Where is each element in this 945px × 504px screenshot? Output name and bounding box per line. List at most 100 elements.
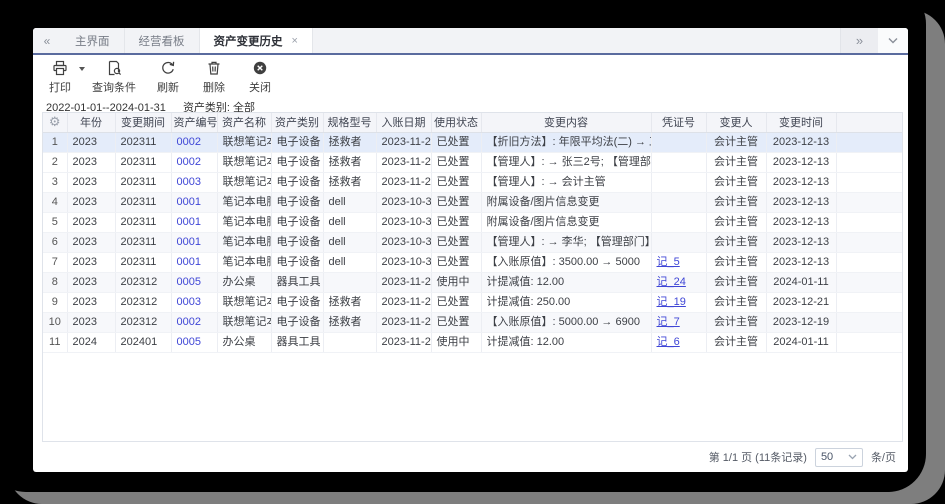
cell-change-time: 2023-12-13 [766, 252, 837, 273]
table-row[interactable]: 32023202311 0003 联想笔记本电子设备拯救者2023-11-23已处置… [43, 172, 902, 193]
collapse-tabs-icon[interactable]: « [33, 28, 61, 53]
table-row[interactable]: 82023202312 0005 办公桌器具工具 2023-11-27使用中计提减值:… [43, 272, 902, 293]
asset-no-link[interactable]: 0002 [177, 316, 201, 328]
toolbar-button-label: 删除 [203, 82, 225, 94]
cell-change-content: 【折旧方法】: 年限平均法(二) → 工作量法 [481, 132, 652, 153]
cell-change-content: 【管理人】: → 李华; 【管理部门】: → 市场部 [481, 232, 652, 253]
打印-button[interactable]: 打印 [46, 60, 85, 95]
cell-asset-category: 电子设备 [271, 232, 324, 253]
column-header-asset-name[interactable]: 资产名称 [217, 113, 272, 133]
overflow-tabs-icon[interactable]: » [840, 28, 878, 53]
asset-no-link[interactable]: 0003 [177, 296, 201, 308]
asset-no-link[interactable]: 0001 [177, 216, 201, 228]
cell-spec-model: 拯救者 [323, 292, 377, 313]
cell-change-content: 附属设备/图片信息变更 [481, 212, 652, 233]
asset-no-link[interactable]: 0001 [177, 256, 201, 268]
cell-change-content: 【入账原值】: 3500.00 → 5000 [481, 252, 652, 273]
voucher-no-link[interactable]: 记_19 [657, 296, 686, 308]
关闭-button[interactable]: 关闭 [246, 60, 274, 95]
toolbar-button-label: 查询条件 [92, 82, 136, 94]
table-row[interactable]: 92023202312 0003 联想笔记本电子设备拯救者2023-11-23已处置… [43, 292, 902, 313]
asset-no-link[interactable]: 0002 [177, 136, 201, 148]
column-header-change-time[interactable]: 变更时间 [766, 113, 837, 133]
查询条件-button[interactable]: 查询条件 [92, 60, 136, 95]
cell-changed-by: 会计主管 [706, 332, 767, 353]
voucher-no-link[interactable]: 记_7 [657, 316, 680, 328]
page-size-value: 50 [820, 451, 834, 463]
tab-close-icon[interactable]: × [292, 35, 298, 47]
column-header-filler [836, 113, 902, 133]
table-row[interactable]: 62023202311 0001 笔记本电脑电子设备dell2023-10-31已处… [43, 232, 902, 253]
column-header-usage-status[interactable]: 使用状态 [431, 113, 482, 133]
column-header-spec-model[interactable]: 规格型号 [323, 113, 377, 133]
asset-no-link[interactable]: 0005 [177, 336, 201, 348]
cell-usage-status: 使用中 [431, 272, 482, 293]
asset-no-link[interactable]: 0003 [177, 176, 201, 188]
column-settings-gear-icon[interactable]: ⚙ [49, 114, 61, 129]
tabs: 主界面 经营看板 资产变更历史 × [61, 28, 313, 53]
删除-button[interactable]: 删除 [200, 60, 228, 95]
query-conditions-icon [106, 60, 122, 76]
cell-asset-name: 联想笔记本 [217, 292, 272, 313]
table-row[interactable]: 52023202311 0001 笔记本电脑电子设备dell2023-10-31已处… [43, 212, 902, 233]
row-number: 5 [43, 212, 68, 233]
cell-year: 2023 [67, 312, 116, 333]
column-header-year[interactable]: 年份 [67, 113, 116, 133]
刷新-button[interactable]: 刷新 [154, 60, 182, 95]
asset-change-table-container: ⚙ 年份 变更期间 资产编号 资产名称 资产类别 规格型号 入账日期 使用状态 变更内容 凭证号 变更… [42, 112, 903, 442]
toolbar-button-label: 刷新 [157, 82, 179, 94]
cell-change-time: 2024-01-11 [766, 272, 837, 293]
cell-voucher-no [651, 132, 707, 153]
cell-change-time: 2023-12-21 [766, 292, 837, 313]
page-size-select[interactable]: 50 [814, 447, 863, 467]
cell-usage-status: 已处置 [431, 252, 482, 273]
row-number: 7 [43, 252, 68, 273]
cell-year: 2023 [67, 272, 116, 293]
tab-3[interactable]: 资产变更历史 × [199, 28, 313, 53]
asset-no-link[interactable]: 0002 [177, 156, 201, 168]
cell-year: 2023 [67, 252, 116, 273]
voucher-no-link[interactable]: 记_5 [657, 256, 680, 268]
cell-asset-name: 联想笔记本 [217, 172, 272, 193]
row-number: 10 [43, 312, 68, 333]
cell-change-content: 【管理人】: → 会计主管 [481, 172, 652, 193]
cell-entry-date: 2023-10-31 [376, 212, 432, 233]
cell-asset-no: 0001 [171, 232, 218, 253]
table-row[interactable]: 112024202401 0005 办公桌器具工具 2023-11-27使用中计提减值… [43, 332, 902, 353]
table-row[interactable]: 12023202311 0002 联想笔记本电子设备拯救者2023-11-23已处置… [43, 132, 902, 153]
voucher-no-link[interactable]: 记_6 [657, 336, 680, 348]
cell-voucher-no [651, 152, 707, 173]
chevron-down-icon[interactable] [878, 28, 908, 53]
cell-voucher-no: 记_24 [651, 272, 707, 293]
voucher-no-link[interactable]: 记_24 [657, 276, 686, 288]
table-row[interactable]: 102023202312 0002 联想笔记本电子设备拯救者2023-11-23已处… [43, 312, 902, 333]
cell-usage-status: 已处置 [431, 232, 482, 253]
cell-entry-date: 2023-11-23 [376, 172, 432, 193]
print-dropdown-caret-icon[interactable] [79, 67, 85, 71]
cell-filler [836, 232, 902, 253]
column-header-asset-no[interactable]: 资产编号 [171, 113, 218, 133]
column-header-asset-category[interactable]: 资产类别 [271, 113, 324, 133]
table-row[interactable]: 22023202311 0002 联想笔记本电子设备拯救者2023-11-23已处置… [43, 152, 902, 173]
table-row[interactable]: 72023202311 0001 笔记本电脑电子设备dell2023-10-31已处… [43, 252, 902, 273]
column-header-changed-by[interactable]: 变更人 [706, 113, 767, 133]
cell-changed-by: 会计主管 [706, 312, 767, 333]
cell-asset-name: 笔记本电脑 [217, 232, 272, 253]
tab-1[interactable]: 主界面 [61, 28, 125, 53]
column-header-entry-date[interactable]: 入账日期 [376, 113, 432, 133]
table-row[interactable]: 42023202311 0001 笔记本电脑电子设备dell2023-10-31已处… [43, 192, 902, 213]
column-header-change-period[interactable]: 变更期间 [115, 113, 172, 133]
asset-no-link[interactable]: 0005 [177, 276, 201, 288]
cell-asset-name: 办公桌 [217, 272, 272, 293]
cell-change-period: 202311 [115, 232, 172, 253]
asset-no-link[interactable]: 0001 [177, 196, 201, 208]
cell-filler [836, 132, 902, 153]
cell-asset-no: 0001 [171, 192, 218, 213]
column-header-change-content[interactable]: 变更内容 [481, 113, 652, 133]
tab-2[interactable]: 经营看板 [125, 28, 200, 53]
cell-asset-category: 电子设备 [271, 192, 324, 213]
column-header-voucher-no[interactable]: 凭证号 [651, 113, 707, 133]
cell-asset-no: 0005 [171, 272, 218, 293]
asset-no-link[interactable]: 0001 [177, 236, 201, 248]
toolbar: 打印 查询条件 刷新 删除 关闭 [46, 60, 274, 95]
